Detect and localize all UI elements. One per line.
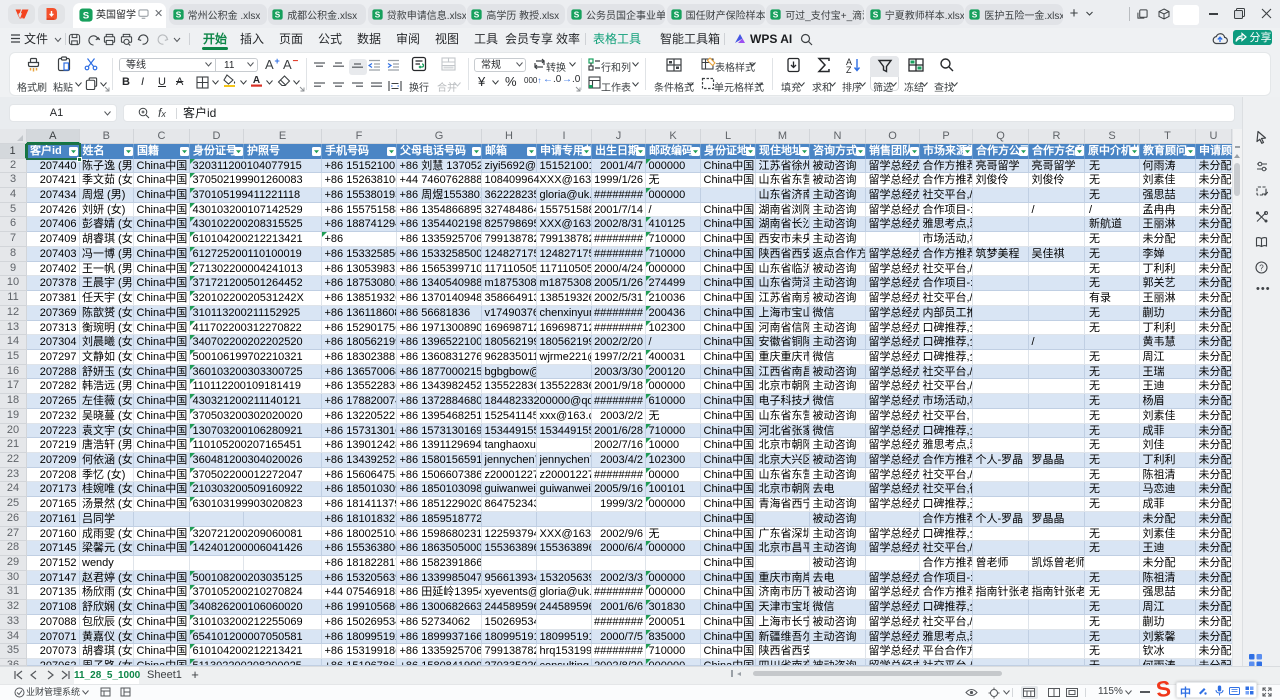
svg-text:S: S (1155, 679, 1172, 697)
svg-text:?: ? (1259, 264, 1264, 273)
